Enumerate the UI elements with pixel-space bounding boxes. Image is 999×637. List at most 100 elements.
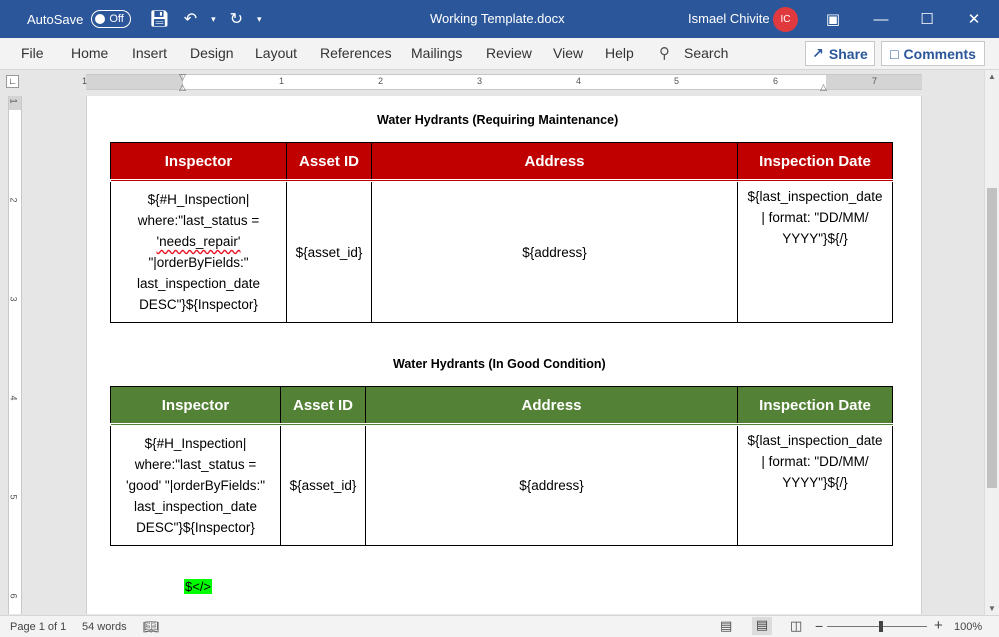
tab-design[interactable]: Design — [190, 45, 234, 61]
table-header-row: Inspector Asset ID Address Inspection Da… — [110, 386, 893, 426]
inspection-date-cell[interactable]: ${last_inspection_date | format: "DD/MM/… — [737, 424, 893, 546]
ruler-area: ∟ 1 1 2 3 4 5 6 7 ▽ △ △ — [0, 70, 999, 94]
read-mode-icon[interactable]: ▤ — [720, 618, 732, 634]
cell-line: DESC"}${Inspector} — [136, 520, 255, 535]
autosave-toggle[interactable]: Off — [91, 10, 132, 28]
cell-line-misspelled: 'needs_repair' — [156, 234, 241, 249]
ruler-label: 5 — [674, 76, 680, 86]
autosave-control[interactable]: AutoSave Off — [27, 10, 132, 28]
cell-line: YYYY"}${/} — [782, 231, 848, 246]
print-layout-icon[interactable]: ▤ — [752, 617, 772, 635]
tab-review[interactable]: Review — [486, 45, 532, 61]
cell-line: "|orderByFields:" — [148, 255, 249, 270]
maintenance-table[interactable]: Inspector Asset ID Address Inspection Da… — [110, 142, 893, 323]
zoom-out-icon[interactable]: − — [815, 618, 823, 634]
header-address[interactable]: Address — [365, 386, 738, 426]
save-icon[interactable]: 💾︎ — [149, 9, 169, 29]
minimize-icon[interactable]: — — [858, 0, 904, 38]
cell-line: ${#H_Inspection| — [144, 436, 247, 451]
vruler-label: 1 — [8, 98, 19, 104]
header-asset-id[interactable]: Asset ID — [280, 386, 366, 426]
scroll-up-icon[interactable]: ▲ — [988, 72, 996, 81]
tab-insert[interactable]: Insert — [132, 45, 167, 61]
table2-title: Water Hydrants (In Good Condition) — [393, 357, 606, 371]
zoom-slider-thumb[interactable] — [879, 621, 883, 632]
cell-line: | format: "DD/MM/ — [761, 210, 869, 225]
closing-tag-highlight[interactable]: $</> — [184, 579, 213, 594]
cell-line: 'good' "|orderByFields:" — [125, 478, 266, 493]
inspection-date-cell[interactable]: ${last_inspection_date | format: "DD/MM/… — [737, 180, 893, 323]
tab-file[interactable]: File — [21, 45, 44, 61]
search-box[interactable]: Search — [684, 45, 728, 61]
good-condition-table[interactable]: Inspector Asset ID Address Inspection Da… — [110, 386, 893, 546]
tab-view[interactable]: View — [553, 45, 583, 61]
tab-layout[interactable]: Layout — [255, 45, 297, 61]
ruler-label: 7 — [872, 76, 878, 86]
table-row: ${#H_Inspection| where:"last_status = 'n… — [110, 180, 893, 323]
comment-icon: □ — [890, 45, 899, 62]
address-cell[interactable]: ${address} — [365, 424, 738, 546]
inspector-cell[interactable]: ${#H_Inspection| where:"last_status = 'g… — [110, 424, 281, 546]
inspector-cell[interactable]: ${#H_Inspection| where:"last_status = 'n… — [110, 180, 287, 323]
share-label: Share — [828, 45, 868, 62]
vruler-label: 2 — [8, 197, 19, 203]
tab-home[interactable]: Home — [71, 45, 108, 61]
right-indent-icon[interactable]: △ — [820, 82, 827, 93]
horizontal-ruler[interactable]: 1 1 2 3 4 5 6 7 ▽ △ △ — [82, 72, 922, 93]
undo-icon[interactable]: ↶ — [184, 9, 197, 29]
avatar[interactable]: IC — [773, 7, 798, 32]
ruler-label: 6 — [773, 76, 779, 86]
scroll-thumb[interactable] — [987, 188, 997, 488]
proofing-icon[interactable]: 📖︎ — [143, 619, 160, 635]
customize-qat-icon[interactable]: ▾ — [257, 14, 262, 25]
hanging-indent-icon[interactable]: △ — [179, 82, 186, 93]
tab-references[interactable]: References — [320, 45, 392, 61]
header-inspector[interactable]: Inspector — [110, 142, 287, 182]
table-header-row: Inspector Asset ID Address Inspection Da… — [110, 142, 893, 182]
cell-line: ${#H_Inspection| — [147, 192, 250, 207]
maximize-icon[interactable]: ☐ — [904, 0, 950, 38]
search-icon[interactable]: ⚲ — [659, 44, 670, 62]
header-inspection-date[interactable]: Inspection Date — [737, 142, 893, 182]
address-cell[interactable]: ${address} — [371, 180, 738, 323]
cell-line: last_inspection_date — [133, 499, 258, 514]
header-inspection-date[interactable]: Inspection Date — [737, 386, 893, 426]
comments-button[interactable]: □ Comments — [881, 41, 985, 66]
redo-icon[interactable]: ↻ — [230, 9, 243, 29]
web-layout-icon[interactable]: ◫ — [790, 618, 802, 634]
table1-title: Water Hydrants (Requiring Maintenance) — [377, 113, 619, 127]
header-address[interactable]: Address — [371, 142, 738, 182]
vertical-ruler[interactable]: 1 2 3 4 5 6 — [8, 96, 22, 614]
zoom-level[interactable]: 100% — [954, 621, 982, 633]
ruler-label: 1 — [279, 76, 285, 86]
close-icon[interactable]: ✕ — [951, 0, 997, 38]
word-count[interactable]: 54 words — [82, 621, 127, 633]
cell-line: ${last_inspection_date — [747, 433, 883, 448]
tab-selector[interactable]: ∟ — [6, 75, 19, 88]
document-page[interactable]: Water Hydrants (Requiring Maintenance) I… — [86, 96, 922, 614]
vertical-scrollbar[interactable]: ▲ ▼ — [984, 70, 999, 615]
ruler-label: 2 — [378, 76, 384, 86]
zoom-in-icon[interactable]: + — [934, 617, 943, 634]
status-bar: Page 1 of 1 54 words 📖︎ ▤ ▤ ◫ − + 100% — [0, 615, 999, 637]
undo-dropdown-icon[interactable]: ▾ — [211, 14, 216, 25]
cell-line: | format: "DD/MM/ — [761, 454, 869, 469]
zoom-slider[interactable] — [827, 626, 927, 627]
comments-label: Comments — [903, 45, 976, 62]
document-title: Working Template.docx — [430, 11, 565, 26]
vruler-label: 4 — [8, 395, 19, 401]
asset-id-cell[interactable]: ${asset_id} — [280, 424, 366, 546]
tab-help[interactable]: Help — [605, 45, 634, 61]
vruler-label: 3 — [8, 296, 19, 302]
page-count[interactable]: Page 1 of 1 — [10, 621, 66, 633]
ribbon-display-icon[interactable]: ▣ — [810, 0, 856, 38]
asset-id-cell[interactable]: ${asset_id} — [286, 180, 372, 323]
header-inspector[interactable]: Inspector — [110, 386, 281, 426]
scroll-down-icon[interactable]: ▼ — [988, 604, 996, 613]
user-name[interactable]: Ismael Chivite — [688, 11, 770, 26]
share-button[interactable]: ↗ Share — [805, 41, 875, 66]
left-margin-region — [86, 75, 183, 89]
header-asset-id[interactable]: Asset ID — [286, 142, 372, 182]
toggle-knob — [95, 14, 106, 24]
tab-mailings[interactable]: Mailings — [411, 45, 462, 61]
